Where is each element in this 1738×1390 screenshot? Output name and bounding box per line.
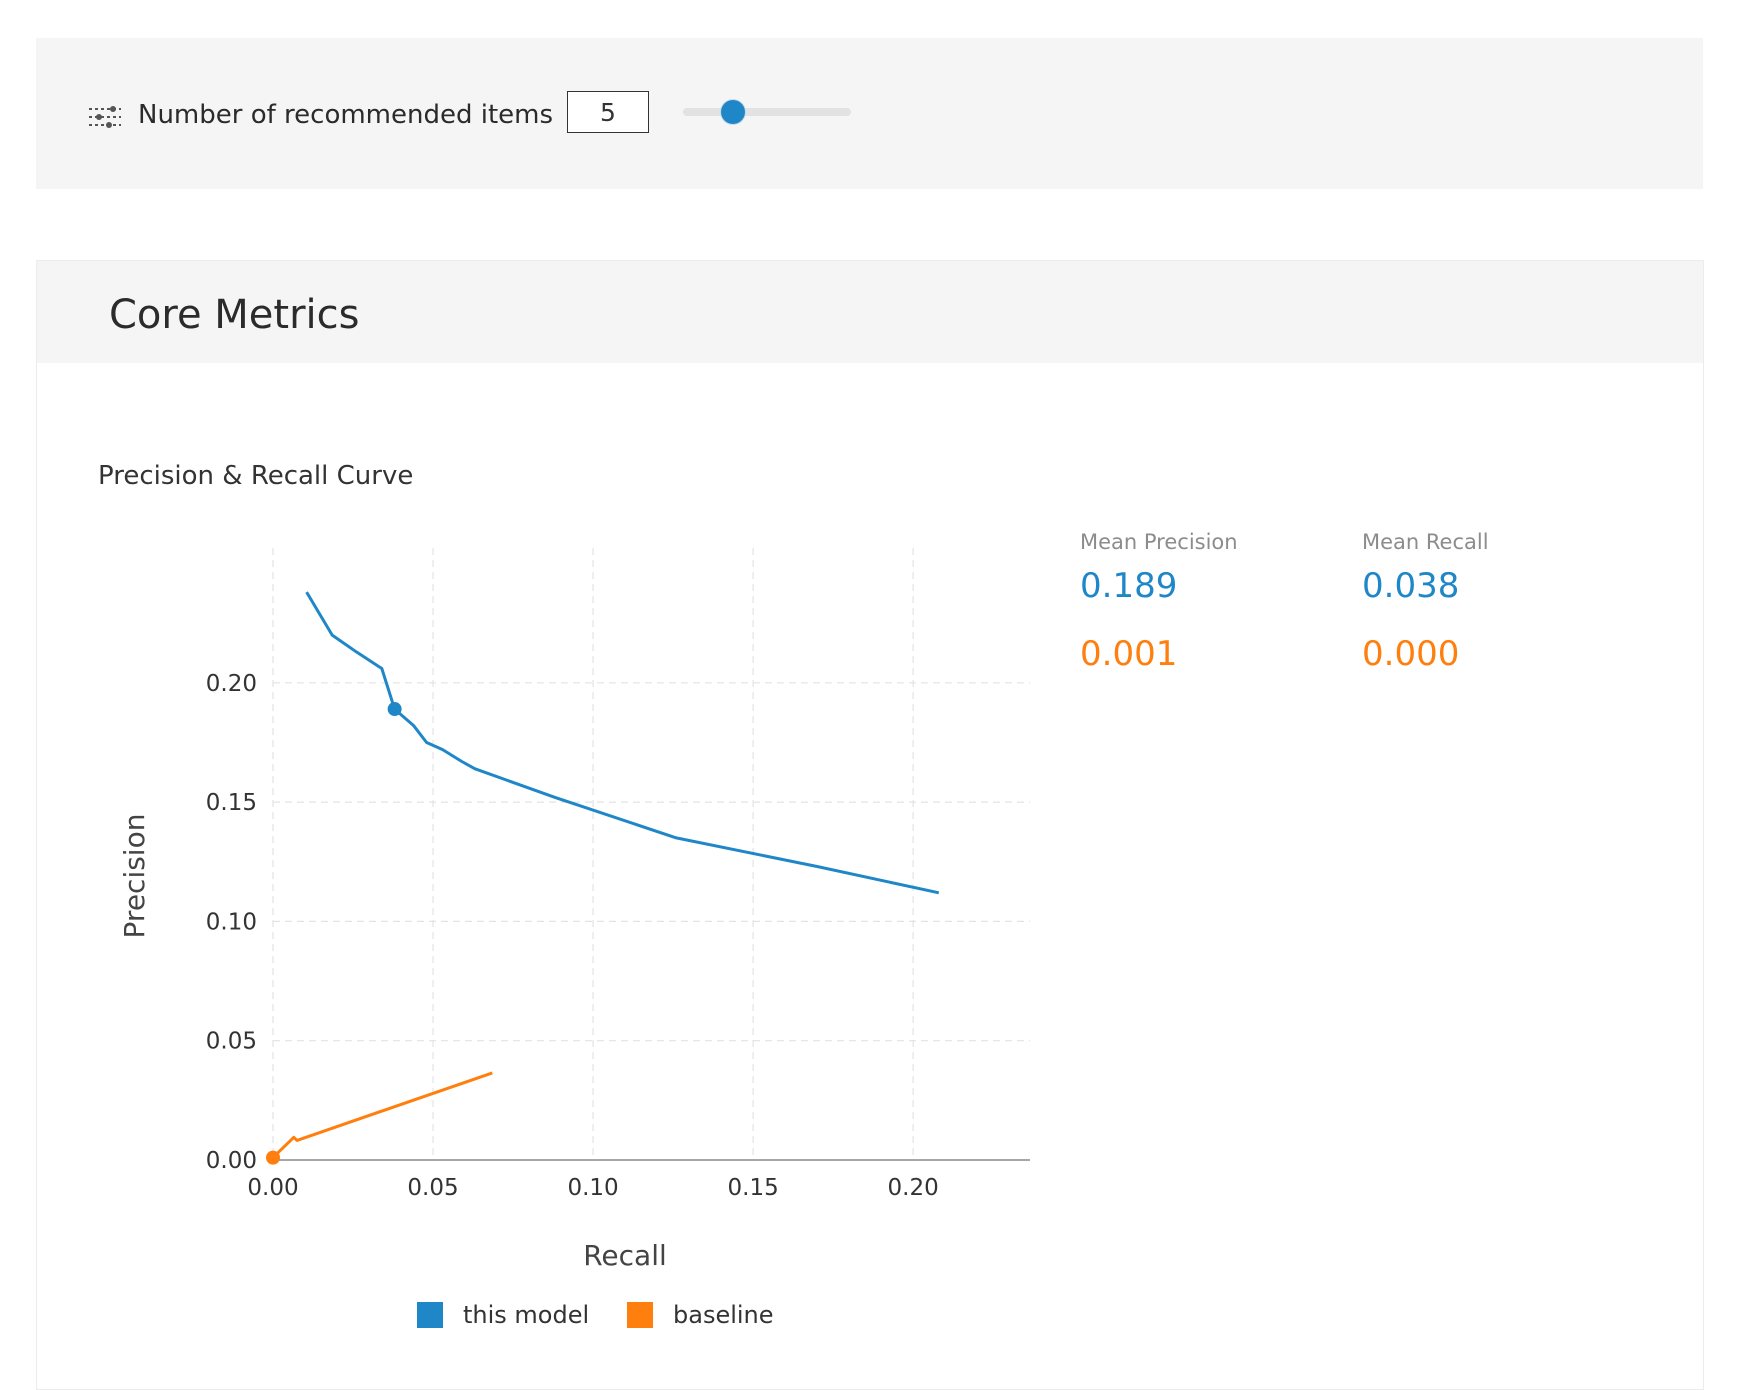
x-tick-label: 0.15 bbox=[728, 1175, 779, 1201]
baseline-mean-precision: 0.001 bbox=[1080, 634, 1178, 674]
model-mean-recall: 0.038 bbox=[1362, 566, 1460, 606]
y-axis-title: Precision bbox=[118, 814, 151, 939]
legend-label-this-model: this model bbox=[463, 1301, 590, 1329]
x-tick-label: 0.00 bbox=[247, 1175, 298, 1201]
grid-layer bbox=[272, 548, 1030, 1160]
y-tick-label: 0.20 bbox=[206, 671, 257, 697]
model-mean-precision: 0.189 bbox=[1080, 566, 1178, 606]
legend-swatch-baseline bbox=[627, 1302, 653, 1328]
legend-label-baseline: baseline bbox=[673, 1301, 774, 1329]
baseline-mean-recall: 0.000 bbox=[1362, 634, 1460, 674]
series-line-this-model bbox=[305, 591, 940, 895]
label-layer: 0.00 0.05 0.10 0.15 0.20 0.00 0.05 0.10 0.15 0.20… bbox=[118, 671, 939, 1272]
series-marker-this-model bbox=[387, 702, 402, 717]
y-tick-label: 0.05 bbox=[206, 1029, 257, 1055]
y-tick-label: 0.15 bbox=[206, 790, 257, 816]
y-tick-label: 0.10 bbox=[206, 909, 257, 935]
mean-precision-label: Mean Precision bbox=[1080, 530, 1238, 554]
series-layer bbox=[266, 591, 940, 1165]
legend-swatch-this-model bbox=[417, 1302, 443, 1328]
x-tick-label: 0.05 bbox=[407, 1175, 458, 1201]
precision-recall-chart: 0.00 0.05 0.10 0.15 0.20 0.00 0.05 0.10 0.15 0.20… bbox=[118, 548, 1030, 1272]
x-axis-title: Recall bbox=[583, 1239, 667, 1272]
series-line-baseline bbox=[271, 1071, 493, 1159]
series-marker-baseline bbox=[266, 1150, 280, 1165]
x-tick-label: 0.10 bbox=[567, 1175, 618, 1201]
y-tick-label: 0.00 bbox=[206, 1148, 257, 1174]
x-tick-label: 0.20 bbox=[888, 1175, 939, 1201]
mean-recall-label: Mean Recall bbox=[1362, 530, 1489, 554]
